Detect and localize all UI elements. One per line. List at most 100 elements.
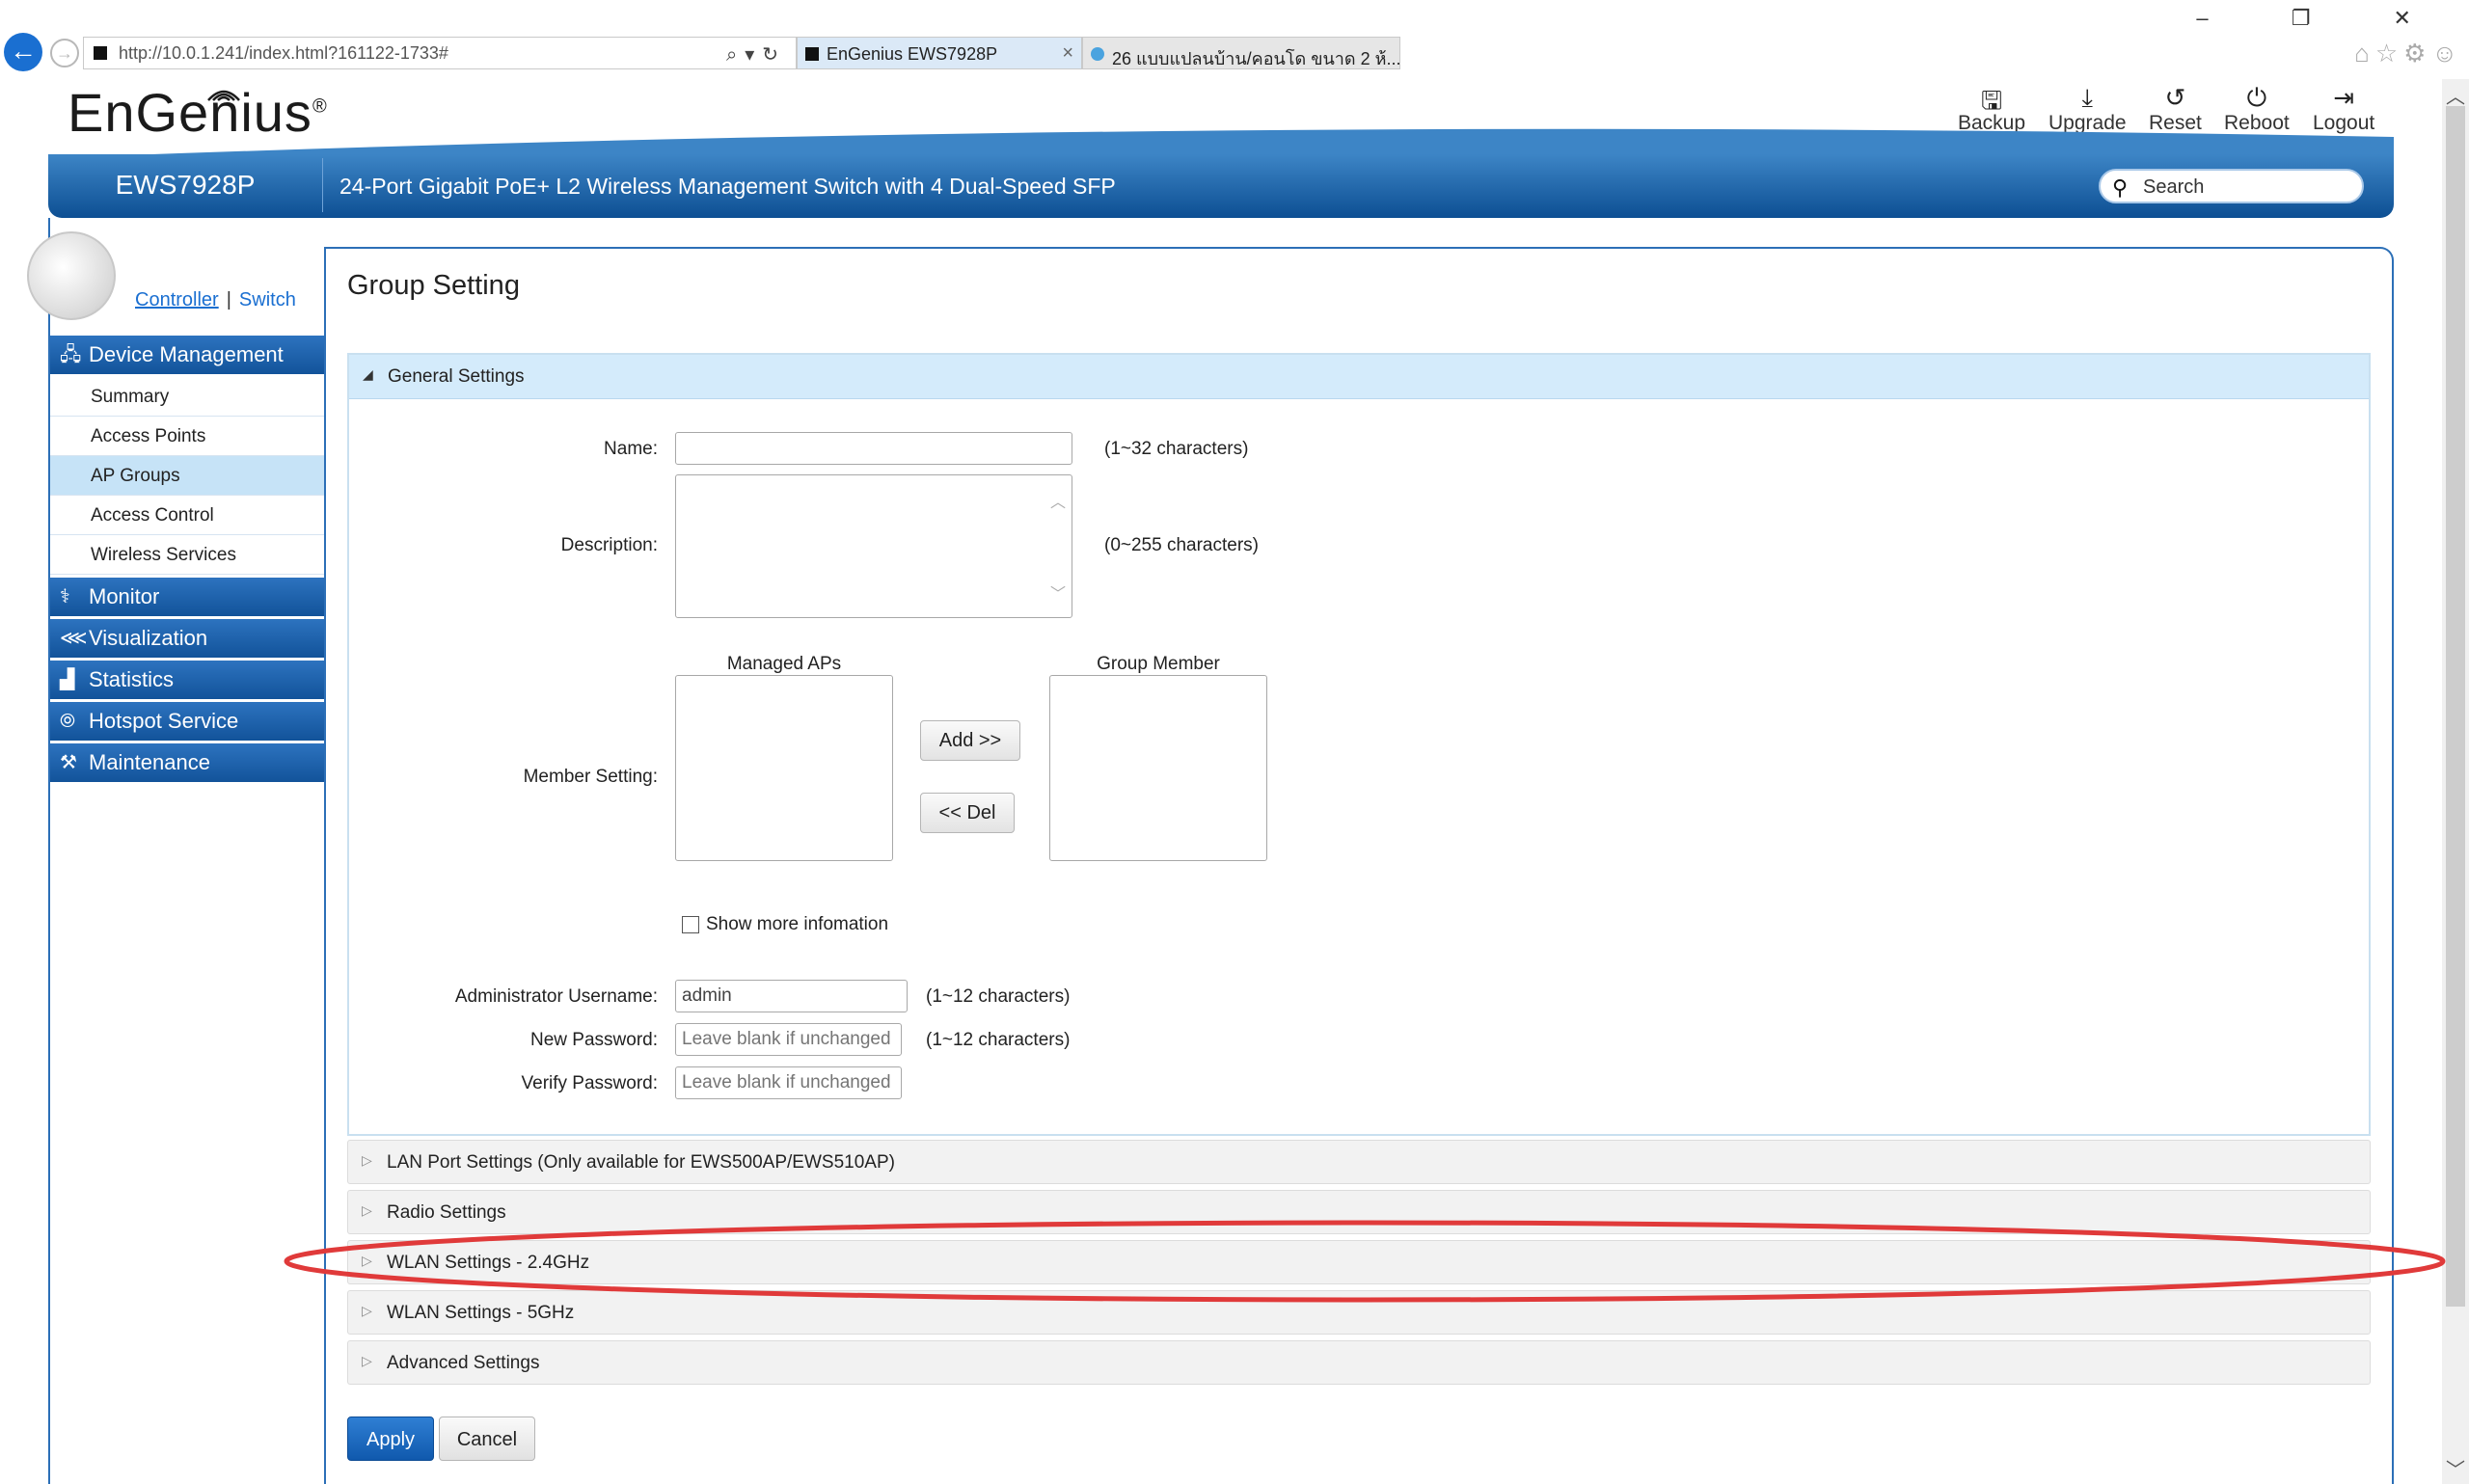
sidebar-item-label: Statistics (89, 667, 175, 691)
sidebar-item-visualization[interactable]: ⋘ Visualization (50, 619, 324, 658)
name-field[interactable] (675, 432, 1072, 465)
general-settings-panel: ◢ General Settings (347, 353, 2371, 1136)
sidebar: 🖧 Device Management Summary Access Point… (50, 336, 324, 785)
sidebar-item-label: Visualization (89, 626, 208, 650)
verify-password-label: Verify Password: (521, 1073, 659, 1093)
device-icon: 🖧 (60, 344, 82, 365)
radio-settings-section[interactable]: ▷ Radio Settings (347, 1190, 2371, 1234)
sidebar-item-access-control[interactable]: Access Control (50, 496, 324, 535)
section-label: WLAN Settings - 2.4GHz (387, 1253, 590, 1273)
member-setting-label: Member Setting: (523, 767, 658, 787)
section-label: LAN Port Settings (Only available for EW… (387, 1152, 895, 1173)
search-input[interactable]: ⚲ Search (2099, 169, 2364, 203)
admin-username-field[interactable] (675, 980, 908, 1012)
admin-username-label: Administrator Username: (454, 986, 658, 1007)
sidebar-item-label: Maintenance (89, 750, 210, 774)
back-arrow-icon[interactable]: ← (4, 33, 42, 71)
expand-triangle-icon: ▷ (362, 1152, 372, 1168)
apply-button[interactable]: Apply (347, 1417, 434, 1461)
site-favicon-icon (94, 46, 107, 60)
mode-switcher: Controller | Switch (135, 289, 296, 311)
show-more-label: Show more infomation (706, 914, 889, 934)
group-member-list[interactable] (1049, 675, 1267, 861)
sidebar-item-monitor[interactable]: ⚕ Monitor (50, 578, 324, 616)
address-bar[interactable]: http://10.0.1.241/index.html?161122-1733… (83, 37, 797, 69)
sidebar-item-maintenance[interactable]: ⚒ Maintenance (50, 743, 324, 782)
name-hint: (1~32 characters) (1104, 439, 1249, 459)
general-settings-header[interactable]: ◢ General Settings (349, 355, 2369, 399)
window-controls[interactable]: – ❐ ✕ (2196, 6, 2450, 31)
url-text: http://10.0.1.241/index.html?161122-1733… (119, 43, 448, 63)
tab-thai-page[interactable]: 26 แบบแปลนบ้าน/คอนโด ขนาด 2 ห้... (1082, 37, 1400, 69)
device-avatar (27, 231, 116, 320)
wlan-5ghz-section[interactable]: ▷ WLAN Settings - 5GHz (347, 1290, 2371, 1335)
monitor-icon: ⚕ (60, 586, 70, 607)
tab-label: 26 แบบแปลนบ้าน/คอนโด ขนาด 2 ห้... (1112, 49, 1401, 68)
show-more-checkbox[interactable] (682, 916, 699, 933)
wlan-24ghz-section[interactable]: ▷ WLAN Settings - 2.4GHz (347, 1240, 2371, 1284)
cancel-button[interactable]: Cancel (439, 1417, 535, 1461)
page-title: Group Setting (347, 270, 520, 301)
description-hint: (0~255 characters) (1104, 535, 1259, 555)
sidebar-item-device-management[interactable]: 🖧 Device Management (50, 336, 324, 374)
name-label: Name: (604, 439, 658, 459)
description-field[interactable]: ︿ ﹀ (675, 474, 1072, 618)
sidebar-item-hotspot-service[interactable]: ⦾ Hotspot Service (50, 702, 324, 741)
sidebar-item-access-points[interactable]: Access Points (50, 417, 324, 456)
expand-triangle-icon: ▷ (362, 1353, 372, 1368)
section-label: WLAN Settings - 5GHz (387, 1303, 575, 1323)
lan-port-settings-section[interactable]: ▷ LAN Port Settings (Only available for … (347, 1140, 2371, 1184)
sidebar-item-statistics[interactable]: ▟ Statistics (50, 661, 324, 699)
advanced-settings-section[interactable]: ▷ Advanced Settings (347, 1340, 2371, 1385)
tab-engenius[interactable]: EnGenius EWS7928P × (797, 37, 1082, 69)
add-button[interactable]: Add >> (920, 720, 1020, 761)
description-label: Description: (560, 535, 658, 555)
scroll-down-icon[interactable]: ﹀ (2446, 1454, 2465, 1482)
search-placeholder: Search (2143, 176, 2205, 198)
tab-close-icon[interactable]: × (1062, 42, 1073, 65)
tab-favicon-icon (805, 47, 819, 61)
managed-aps-title: Managed APs (726, 654, 842, 674)
model-name: EWS7928P (115, 170, 256, 200)
wrench-icon: ⚒ (60, 752, 77, 773)
admin-username-hint: (1~12 characters) (926, 986, 1071, 1007)
del-button[interactable]: << Del (920, 793, 1015, 833)
sidebar-item-summary[interactable]: Summary (50, 377, 324, 417)
tab-label: EnGenius EWS7928P (827, 44, 998, 64)
sidebar-item-wireless-services[interactable]: Wireless Services (50, 535, 324, 575)
search-icon: ⚲ (2112, 175, 2129, 200)
textarea-scroll-down-icon[interactable]: ﹀ (1050, 580, 1066, 604)
new-password-field[interactable] (675, 1023, 902, 1056)
reset-icon: ↺ (2164, 83, 2186, 112)
verify-password-field[interactable] (675, 1066, 902, 1099)
expand-triangle-icon: ▷ (362, 1202, 372, 1218)
scroll-up-icon[interactable]: ︿ (2446, 81, 2465, 109)
expand-triangle-icon: ▷ (362, 1253, 372, 1268)
sidebar-item-label: Monitor (89, 584, 160, 608)
sidebar-item-ap-groups[interactable]: AP Groups (50, 456, 324, 496)
sidebar-item-label: Device Management (89, 342, 284, 366)
chart-icon: ▟ (60, 669, 75, 690)
ie-favicon-icon (1091, 47, 1104, 61)
general-settings-label: General Settings (388, 366, 525, 387)
controller-link[interactable]: Controller (135, 289, 219, 310)
wifi-waves-icon (207, 90, 240, 101)
save-icon: 🖫 (1980, 86, 2003, 115)
textarea-scroll-up-icon[interactable]: ︿ (1050, 489, 1066, 512)
power-icon: ⏻ (2246, 83, 2267, 112)
header-divider (322, 158, 323, 212)
managed-aps-list[interactable] (675, 675, 893, 861)
scrollbar-thumb[interactable] (2446, 106, 2465, 1307)
collapse-triangle-icon: ◢ (363, 366, 373, 382)
forward-arrow-icon[interactable]: → (50, 39, 79, 67)
sidebar-item-label: Hotspot Service (89, 709, 239, 733)
switch-link[interactable]: Switch (239, 289, 296, 310)
new-password-hint: (1~12 characters) (926, 1030, 1071, 1050)
new-password-label: New Password: (530, 1030, 658, 1050)
browser-toolbar-icons[interactable]: ⌂☆⚙☺ (2354, 39, 2463, 68)
model-description: 24-Port Gigabit PoE+ L2 Wireless Managem… (339, 174, 1116, 199)
section-label: Radio Settings (387, 1202, 506, 1223)
group-member-title: Group Member (1097, 654, 1220, 674)
search-refresh-icons[interactable]: ⌕▾↻ (726, 42, 786, 67)
section-label: Advanced Settings (387, 1353, 540, 1373)
